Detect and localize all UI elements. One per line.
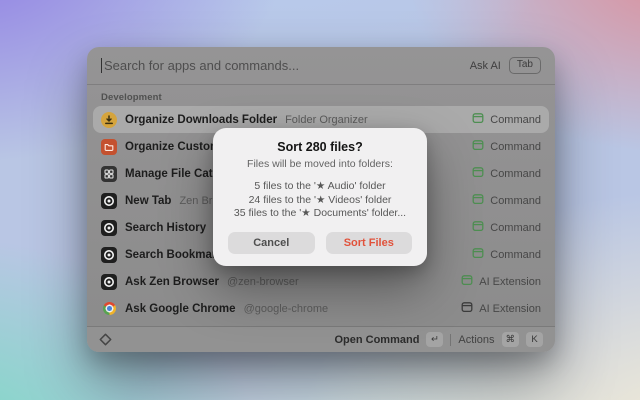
item-subtitle: @google-chrome (244, 303, 329, 315)
item-type-label: AI Extension (479, 303, 541, 315)
dialog-line: 35 files to the '★ Documents' folder... (213, 207, 427, 221)
categories-grid-icon (101, 166, 117, 182)
item-type-label: Command (490, 114, 541, 126)
actions-button[interactable]: Actions (458, 334, 494, 346)
cancel-button[interactable]: Cancel (228, 232, 315, 254)
item-type-label: Command (490, 195, 541, 207)
item-subtitle: @zen-browser (227, 276, 299, 288)
zen-browser-icon (101, 193, 117, 209)
dialog-subtitle: Files will be moved into folders: (213, 158, 427, 170)
dialog-line: 24 files to the '★ Videos' folder (213, 194, 427, 208)
item-type-label: AI Extension (479, 276, 541, 288)
chrome-icon (101, 301, 117, 317)
action-bar: Open Command ↵ Actions ⌘ K (87, 326, 555, 352)
item-type-label: Command (490, 222, 541, 234)
item-title: Ask Zen Browser (125, 276, 219, 288)
item-title: New Tab (125, 195, 171, 207)
extension-window-icon (472, 165, 484, 183)
extension-window-icon (472, 192, 484, 210)
enter-key-badge: ↵ (426, 332, 443, 347)
zen-browser-icon (101, 274, 117, 290)
extension-window-icon (472, 219, 484, 237)
item-title: Ask Google Chrome (125, 303, 236, 315)
item-type-label: Command (490, 168, 541, 180)
zen-browser-icon (101, 247, 117, 263)
extension-window-icon (472, 111, 484, 129)
extension-window-icon (472, 246, 484, 264)
download-icon (101, 112, 117, 128)
k-key-badge: K (526, 332, 543, 347)
extension-window-icon (472, 138, 484, 156)
item-subtitle: Folder Organizer (285, 114, 368, 126)
item-title: Organize Downloads Folder (125, 114, 277, 126)
confirm-dialog: Sort 280 files? Files will be moved into… (213, 128, 427, 266)
dialog-line: 5 files to the '★ Audio' folder (213, 180, 427, 194)
extension-window-icon (461, 273, 473, 291)
item-title: Search History (125, 222, 206, 234)
text-caret (101, 58, 102, 73)
list-item[interactable]: Ask Google Chrome @google-chrome AI Exte… (93, 295, 549, 322)
section-header: Development (101, 92, 541, 103)
dialog-title: Sort 280 files? (213, 140, 427, 154)
open-command-button[interactable]: Open Command (334, 334, 419, 346)
list-item[interactable]: Ask Zen Browser @zen-browser AI Extensio… (93, 268, 549, 295)
desktop: Ask AI Tab Development Organize Download… (0, 0, 640, 400)
extension-window-icon (461, 300, 473, 318)
raycast-logo-icon (99, 333, 112, 346)
search-input[interactable] (104, 58, 470, 73)
ask-ai-label: Ask AI (470, 60, 501, 72)
search-bar: Ask AI Tab (87, 47, 555, 85)
dialog-body: 5 files to the '★ Audio' folder 24 files… (213, 180, 427, 221)
item-type-label: Command (490, 249, 541, 261)
footer-divider (450, 334, 451, 346)
item-type-label: Command (490, 141, 541, 153)
zen-browser-icon (101, 220, 117, 236)
tab-key-badge[interactable]: Tab (509, 57, 541, 74)
sort-files-button[interactable]: Sort Files (326, 232, 413, 254)
cmd-key-badge: ⌘ (502, 332, 520, 347)
folder-icon (101, 139, 117, 155)
dialog-buttons: Cancel Sort Files (213, 232, 427, 254)
